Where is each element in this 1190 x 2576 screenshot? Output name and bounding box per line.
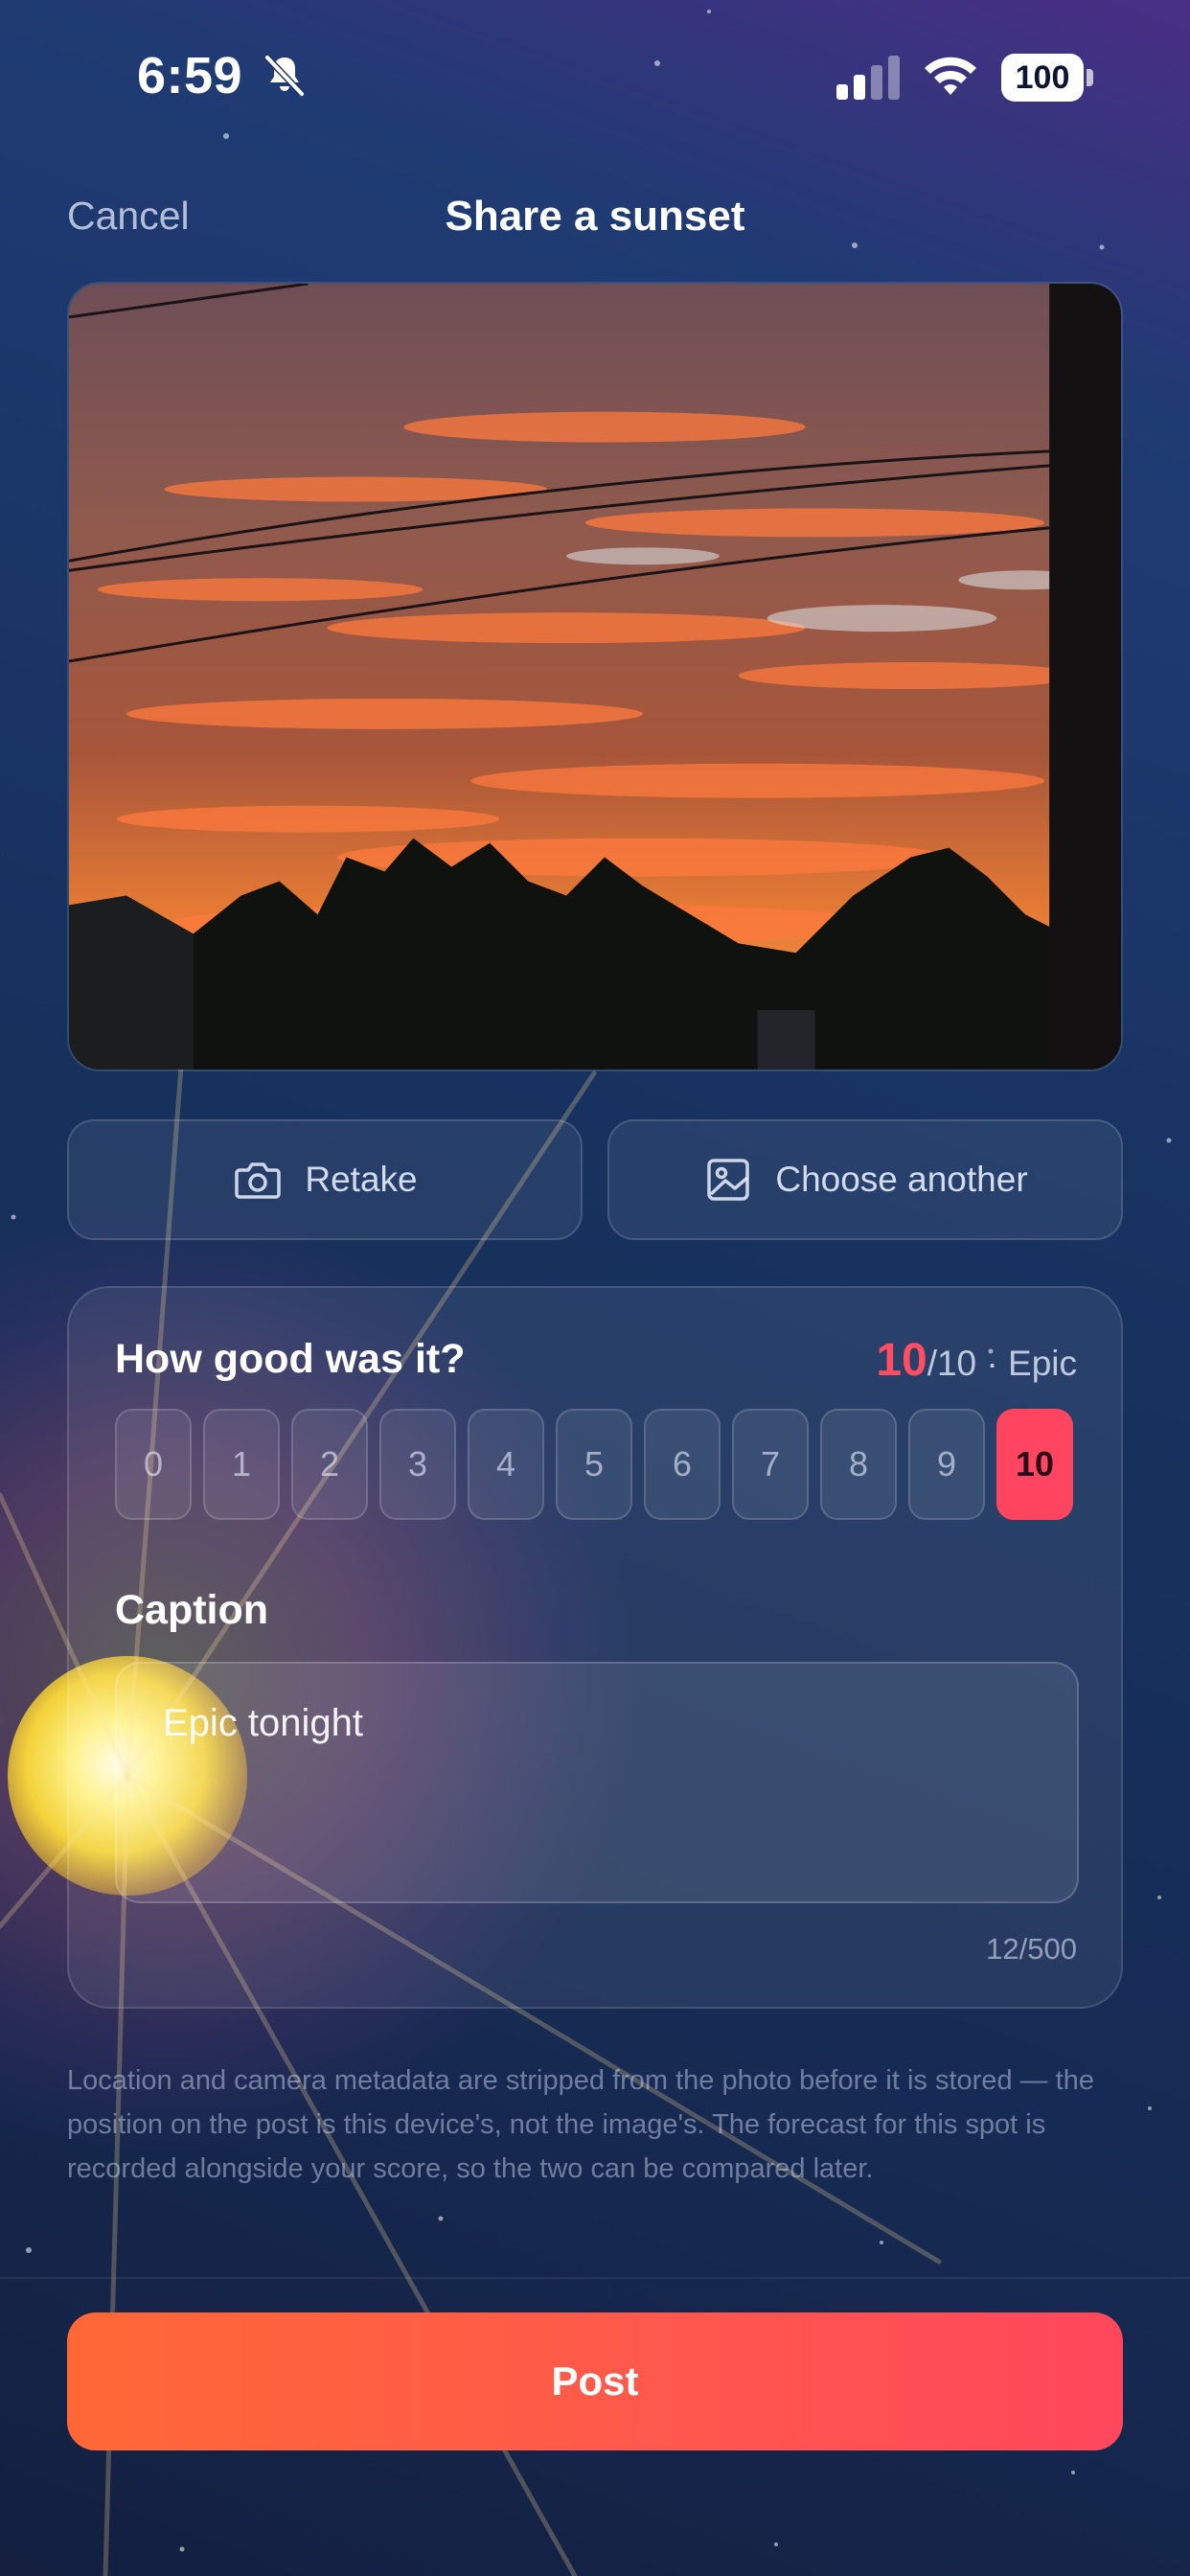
battery-indicator: 100 (1001, 54, 1093, 102)
caption-character-counter: 12/500 (986, 1932, 1077, 1966)
wifi-icon (925, 57, 976, 95)
sunset-photo (69, 284, 1121, 1070)
rating-option-0[interactable]: 0 (115, 1409, 192, 1520)
score-summary: 10/10 · Epic (876, 1334, 1077, 1387)
sunset-photo-preview (67, 282, 1123, 1071)
cellular-signal-icon (836, 56, 900, 100)
rating-option-4[interactable]: 4 (468, 1409, 544, 1520)
choose-another-label: Choose another (775, 1160, 1028, 1199)
status-time: 6:59 (137, 47, 243, 104)
caption-text: Epic tonight (163, 1702, 364, 1744)
divider (0, 2277, 1190, 2279)
rating-option-10-selected[interactable]: 10 (996, 1409, 1073, 1520)
rating-option-8[interactable]: 8 (820, 1409, 897, 1520)
rating-option-2[interactable]: 2 (291, 1409, 368, 1520)
rating-question: How good was it? (115, 1336, 466, 1382)
retake-button[interactable]: Retake (67, 1119, 583, 1240)
rating-option-1[interactable]: 1 (203, 1409, 280, 1520)
rating-option-6[interactable]: 6 (644, 1409, 721, 1520)
status-bar: 6:59 100 (0, 0, 1190, 144)
caption-input[interactable]: Epic tonight (115, 1662, 1079, 1903)
image-icon (707, 1159, 750, 1201)
rating-option-7[interactable]: 7 (732, 1409, 809, 1520)
rating-option-3[interactable]: 3 (379, 1409, 456, 1520)
rating-option-5[interactable]: 5 (556, 1409, 632, 1520)
retake-label: Retake (305, 1160, 418, 1199)
cancel-button[interactable]: Cancel (67, 194, 190, 239)
choose-another-button[interactable]: Choose another (607, 1119, 1123, 1240)
camera-icon (235, 1162, 282, 1199)
score-value: 10 (876, 1335, 927, 1386)
caption-label: Caption (115, 1587, 269, 1633)
score-suffix: /10 · Epic (927, 1344, 1077, 1383)
rating-options: 0 1 2 3 4 5 6 7 8 9 10 (115, 1409, 1073, 1520)
bell-muted-icon (264, 55, 305, 97)
post-button[interactable]: Post (67, 2312, 1123, 2450)
rating-caption-card: How good was it? 10/10 · Epic 0 1 2 3 4 … (67, 1286, 1123, 2009)
privacy-info-text: Location and camera metadata are strippe… (67, 2065, 1094, 2184)
rating-option-9[interactable]: 9 (908, 1409, 985, 1520)
